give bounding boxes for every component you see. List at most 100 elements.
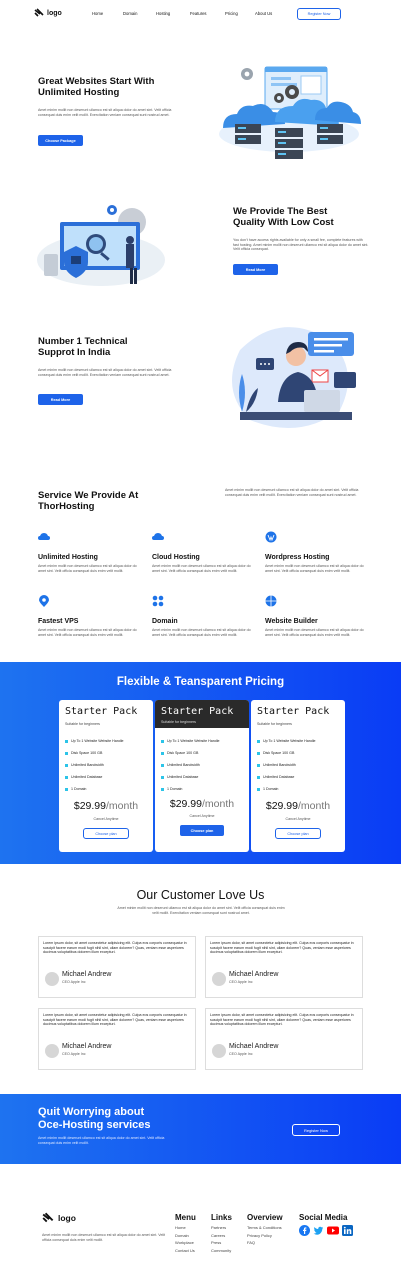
quality-title-line2: Quality With Low Cost — [233, 217, 334, 228]
support-title-line1: Number 1 Technical — [38, 336, 128, 347]
service-title: Domain — [152, 618, 178, 625]
testimonial-name: Michael Andrew — [62, 971, 112, 978]
quality-read-more-button[interactable]: Read More — [233, 264, 278, 275]
choose-plan-button[interactable]: Choose plan — [83, 828, 129, 839]
bullet-icon — [161, 763, 164, 767]
nav-hosting[interactable]: Hosting — [156, 11, 190, 16]
services-title-line1: Service We Provide At — [38, 490, 139, 501]
plan-feature: Unlimited Database — [161, 774, 220, 780]
footer-col-title: Menu — [175, 1213, 196, 1222]
service-card: Website Builder Amet minim mollit non de… — [265, 594, 368, 642]
service-desc: Amet minim mollit non deserunt ullamco e… — [152, 628, 251, 637]
plan-price: $29.99/month — [59, 800, 153, 812]
bullet-icon — [257, 739, 260, 743]
feature-label: 1 Domain — [167, 787, 183, 791]
plan-name: Starter Pack — [65, 706, 138, 717]
footer-link[interactable]: Contact Us — [175, 1247, 209, 1255]
footer-logo[interactable]: logo — [42, 1212, 76, 1224]
bullet-icon — [65, 775, 68, 779]
feature-label: Up To 1 Website Website Handle — [167, 739, 220, 743]
avatar — [45, 1044, 59, 1058]
feature-label: Unlimited Bandwidth — [71, 763, 104, 767]
service-desc: Amet minim mollit non deserunt ullamco e… — [38, 564, 137, 573]
footer-link[interactable]: Partners — [211, 1224, 245, 1232]
service-title: Website Builder — [265, 618, 318, 625]
service-title: Fastest VPS — [38, 618, 79, 625]
feature-label: Disk Space 100 GB — [167, 751, 199, 755]
plan-feature: Unlimited Bandwidth — [65, 762, 124, 768]
nav-about-us[interactable]: About Us — [255, 11, 285, 16]
logo-icon — [42, 1212, 54, 1223]
support-read-more-button[interactable]: Read More — [38, 394, 83, 405]
testimonial-text: Lorem ipsum dolor, sit amet consectetur … — [210, 941, 354, 955]
plan-subtitle: Suitable for beginners — [161, 720, 196, 724]
logo-text: logo — [58, 1213, 76, 1223]
bullet-icon — [161, 739, 164, 743]
footer-link[interactable]: Privacy Policy — [247, 1232, 297, 1240]
bullet-icon — [257, 763, 260, 767]
services-grid: Unlimited Hosting Amet minim mollit non … — [38, 530, 368, 648]
price-amount: $29.99 — [169, 798, 202, 810]
linkedin-icon[interactable] — [342, 1225, 353, 1236]
facebook-icon[interactable] — [299, 1225, 310, 1236]
plan-price: $29.99/month — [155, 798, 249, 810]
feature-label: Disk Space 100 GB — [263, 751, 295, 755]
plan-features: Up To 1 Website Website Handle Disk Spac… — [65, 738, 124, 792]
services-title: Service We Provide At ThorHosting — [38, 490, 178, 512]
service-desc: Amet minim mollit non deserunt ullamco e… — [152, 564, 251, 573]
logo[interactable]: logo — [34, 8, 62, 18]
nav-features[interactable]: Features — [190, 11, 225, 16]
feature-label: Unlimited Database — [71, 775, 103, 779]
services-title-line2: ThorHosting — [38, 501, 95, 512]
cloud-icon — [152, 533, 164, 540]
choose-package-button[interactable]: Choose Package — [38, 135, 83, 146]
bullet-icon — [257, 787, 260, 791]
bullet-icon — [257, 775, 260, 779]
hero-title: Great Websites Start With Unlimited Host… — [38, 76, 198, 98]
footer-link[interactable]: Careers — [211, 1232, 245, 1240]
nav-domain[interactable]: Domain — [123, 11, 156, 16]
main-nav: Home Domain Hosting Features Pricing Abo… — [92, 11, 285, 16]
support-body: Amet minim mollit non deserunt ullamco e… — [38, 368, 172, 377]
service-card: Domain Amet minim mollit non deserunt ul… — [152, 594, 252, 642]
footer-link[interactable]: Terms & Conditions — [247, 1224, 297, 1232]
plan-name: Starter Pack — [257, 706, 330, 717]
avatar — [45, 972, 59, 986]
price-period: /month — [298, 800, 331, 812]
banner-register-button[interactable]: Register Now — [292, 1124, 340, 1136]
footer-about: Amet minim mollit non deserunt ullamco e… — [42, 1233, 166, 1242]
testimonial-role: CEO Apple Inc — [229, 980, 253, 984]
logo-text: logo — [47, 9, 62, 17]
plan-price: $29.99/month — [251, 800, 345, 812]
service-desc: Amet minim mollit non deserunt ullamco e… — [38, 628, 137, 637]
service-desc: Amet minim mollit non deserunt ullamco e… — [265, 564, 364, 573]
footer-link[interactable]: FAQ — [247, 1239, 297, 1247]
feature-label: Disk Space 100 GB — [71, 751, 103, 755]
plan-feature: 1 Domain — [161, 786, 220, 792]
footer-col-title: Links — [211, 1213, 232, 1222]
hero-body: Amet minim mollit non deserunt ullamco e… — [38, 108, 172, 117]
hero-title-line2: Unlimited Hosting — [38, 87, 120, 98]
quality-body: You don't have access rights available f… — [233, 238, 369, 252]
nav-home[interactable]: Home — [92, 11, 123, 16]
bullet-icon — [257, 751, 260, 755]
footer-link[interactable]: Home — [175, 1224, 209, 1232]
nav-pricing[interactable]: Pricing — [225, 11, 255, 16]
service-desc: Amet minim mollit non deserunt ullamco e… — [265, 628, 364, 637]
plan-note: Cancel Anytime — [93, 817, 119, 821]
avatar — [212, 1044, 226, 1058]
testimonial-card: Lorem ipsum dolor, sit amet consectetur … — [205, 1008, 363, 1070]
footer-link[interactable]: Community — [211, 1247, 245, 1255]
footer-link[interactable]: Domain — [175, 1232, 209, 1240]
bullet-icon — [161, 775, 164, 779]
register-now-button[interactable]: Register Now — [297, 8, 341, 20]
youtube-icon[interactable] — [327, 1225, 339, 1236]
choose-plan-button[interactable]: Choose plan — [275, 828, 321, 839]
footer-link[interactable]: Press — [211, 1239, 245, 1247]
price-period: /month — [202, 798, 235, 810]
choose-plan-button[interactable]: Choose plan — [180, 825, 224, 836]
footer-link[interactable]: Workplace — [175, 1239, 209, 1247]
twitter-icon[interactable] — [313, 1225, 324, 1236]
support-illustration — [232, 327, 356, 428]
cta-banner: Quit Worrying about Oce-Hosting services… — [0, 1094, 401, 1164]
